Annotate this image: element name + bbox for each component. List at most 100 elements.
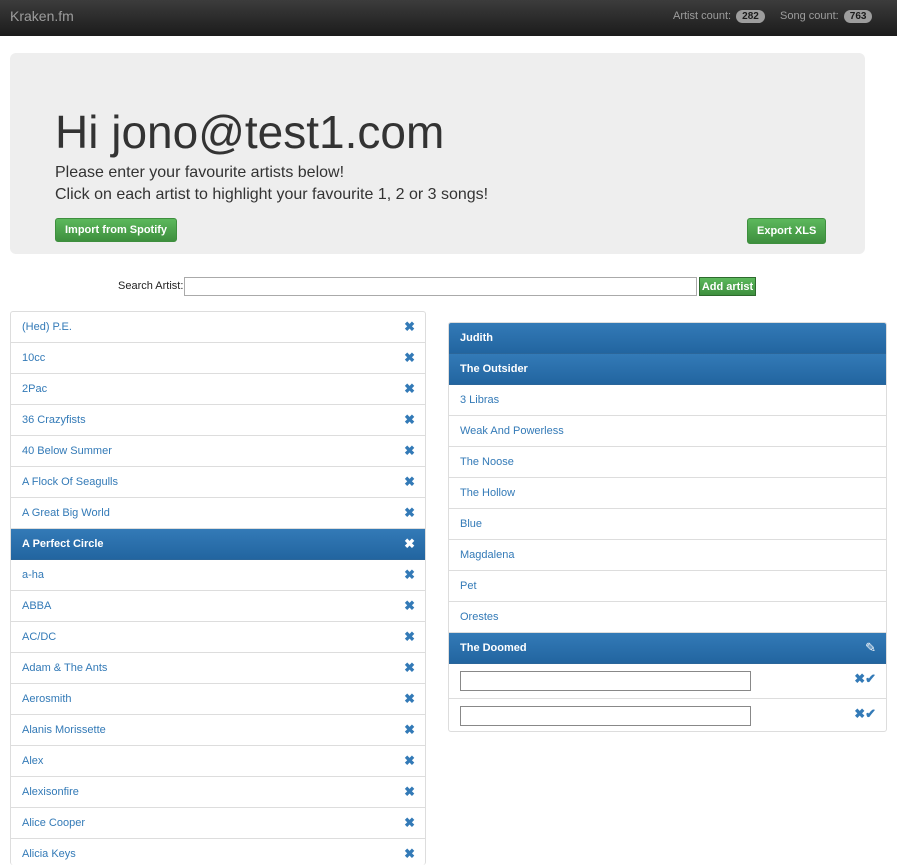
song-row-actions: ✖✔ [854, 706, 876, 722]
artist-item[interactable]: 36 Crazyfists ✖ [11, 405, 425, 436]
edit-pencil-icon[interactable]: ✎ [865, 640, 876, 656]
cancel-close-icon[interactable]: ✖ [854, 706, 865, 721]
remove-artist-close-icon[interactable]: ✖ [404, 598, 415, 614]
artist-name[interactable]: A Great Big World [22, 507, 110, 519]
editing-song-item[interactable]: The Doomed ✎ [449, 633, 886, 664]
remove-artist-close-icon[interactable]: ✖ [404, 629, 415, 645]
remove-artist-close-icon[interactable]: ✖ [404, 350, 415, 366]
remove-artist-close-icon[interactable]: ✖ [404, 505, 415, 521]
artist-name[interactable]: Alice Cooper [22, 817, 85, 829]
artist-item[interactable]: Aerosmith ✖ [11, 684, 425, 715]
remove-artist-close-icon[interactable]: ✖ [404, 753, 415, 769]
artist-item[interactable]: Alex ✖ [11, 746, 425, 777]
remove-artist-close-icon[interactable]: ✖ [404, 443, 415, 459]
song-item[interactable]: Blue [449, 509, 886, 540]
song-item[interactable]: The Noose [449, 447, 886, 478]
artist-item[interactable]: Adam & The Ants ✖ [11, 653, 425, 684]
artist-name[interactable]: A Perfect Circle [22, 538, 104, 550]
artist-name[interactable]: 10cc [22, 352, 45, 364]
artist-name[interactable]: (Hed) P.E. [22, 321, 72, 333]
selected-song-item[interactable]: The Outsider [449, 354, 886, 385]
artist-count: Artist count: 282 [673, 10, 765, 23]
selected-song-name[interactable]: The Outsider [460, 363, 528, 375]
top-navbar: Kraken.fm Artist count: 282 Song count: … [0, 0, 897, 36]
artist-name[interactable]: Aerosmith [22, 693, 72, 705]
artist-item[interactable]: Alice Cooper ✖ [11, 808, 425, 839]
artist-item[interactable]: A Great Big World ✖ [11, 498, 425, 529]
artist-item[interactable]: 10cc ✖ [11, 343, 425, 374]
new-song-input[interactable] [460, 706, 751, 726]
artist-count-badge: 282 [736, 10, 765, 23]
confirm-check-icon[interactable]: ✔ [865, 671, 876, 686]
artist-name[interactable]: ABBA [22, 600, 51, 612]
song-name[interactable]: Magdalena [460, 549, 514, 561]
artist-item[interactable]: A Perfect Circle ✖ [11, 529, 425, 560]
artist-item[interactable]: Alanis Morissette ✖ [11, 715, 425, 746]
artist-name[interactable]: Alex [22, 755, 43, 767]
new-song-input[interactable] [460, 671, 751, 691]
artist-item[interactable]: AC/DC ✖ [11, 622, 425, 653]
export-xls-button[interactable]: Export XLS [747, 218, 827, 244]
editing-song-name: The Doomed [460, 642, 527, 654]
song-item[interactable]: The Hollow [449, 478, 886, 509]
remove-artist-close-icon[interactable]: ✖ [404, 722, 415, 738]
artist-count-label: Artist count: [673, 10, 732, 22]
import-spotify-button[interactable]: Import from Spotify [55, 218, 178, 242]
song-count-badge: 763 [843, 10, 873, 23]
song-name[interactable]: The Noose [460, 456, 514, 468]
remove-artist-close-icon[interactable]: ✖ [404, 536, 415, 552]
song-name[interactable]: 3 Libras [460, 394, 499, 406]
song-count: Song count: 763 [780, 10, 873, 23]
search-artist-input[interactable] [184, 277, 697, 296]
remove-artist-close-icon[interactable]: ✖ [404, 691, 415, 707]
song-item[interactable]: Weak And Powerless [449, 416, 886, 447]
remove-artist-close-icon[interactable]: ✖ [404, 474, 415, 490]
remove-artist-close-icon[interactable]: ✖ [404, 815, 415, 831]
remove-artist-close-icon[interactable]: ✖ [404, 846, 415, 862]
remove-artist-close-icon[interactable]: ✖ [404, 660, 415, 676]
instruction-line-2: Click on each artist to highlight your f… [55, 186, 489, 203]
artist-name[interactable]: 40 Below Summer [22, 445, 112, 457]
song-name[interactable]: Orestes [460, 611, 499, 623]
artist-name[interactable]: Alexisonfire [22, 786, 79, 798]
artist-name[interactable]: 36 Crazyfists [22, 414, 86, 426]
artist-name[interactable]: Alanis Morissette [22, 724, 106, 736]
add-artist-button[interactable]: Add artist [699, 277, 756, 296]
artist-name[interactable]: AC/DC [22, 631, 56, 643]
song-name[interactable]: Pet [460, 580, 477, 592]
artist-item[interactable]: 2Pac ✖ [11, 374, 425, 405]
artist-item[interactable]: a-ha ✖ [11, 560, 425, 591]
remove-artist-close-icon[interactable]: ✖ [404, 412, 415, 428]
artist-name[interactable]: a-ha [22, 569, 44, 581]
artist-list: (Hed) P.E. ✖ 10cc ✖ 2Pac ✖ 36 Crazyfists ✖ 40 Be… [10, 311, 426, 865]
artist-item[interactable]: (Hed) P.E. ✖ [11, 312, 425, 343]
remove-artist-close-icon[interactable]: ✖ [404, 319, 415, 335]
song-item[interactable]: Orestes [449, 602, 886, 633]
song-item[interactable]: 3 Libras [449, 385, 886, 416]
selected-song-item[interactable]: Judith [449, 323, 886, 354]
song-item[interactable]: Pet [449, 571, 886, 602]
song-name[interactable]: Weak And Powerless [460, 425, 564, 437]
song-list: Judith The Outsider 3 Libras Weak And Power… [448, 322, 887, 732]
cancel-close-icon[interactable]: ✖ [854, 671, 865, 686]
artist-name[interactable]: A Flock Of Seagulls [22, 476, 118, 488]
artist-item[interactable]: 40 Below Summer ✖ [11, 436, 425, 467]
song-name[interactable]: Blue [460, 518, 482, 530]
remove-artist-close-icon[interactable]: ✖ [404, 784, 415, 800]
remove-artist-close-icon[interactable]: ✖ [404, 381, 415, 397]
artist-item[interactable]: Alicia Keys ✖ [11, 839, 425, 865]
artist-name[interactable]: Alicia Keys [22, 848, 76, 860]
welcome-panel: Hi jono@test1.com Please enter your favo… [10, 53, 865, 254]
brand-logo[interactable]: Kraken.fm [10, 8, 74, 24]
song-name[interactable]: The Hollow [460, 487, 515, 499]
song-row-actions: ✖✔ [854, 671, 876, 687]
artist-item[interactable]: A Flock Of Seagulls ✖ [11, 467, 425, 498]
selected-song-name[interactable]: Judith [460, 332, 493, 344]
artist-name[interactable]: 2Pac [22, 383, 47, 395]
artist-name[interactable]: Adam & The Ants [22, 662, 107, 674]
song-item[interactable]: Magdalena [449, 540, 886, 571]
artist-item[interactable]: Alexisonfire ✖ [11, 777, 425, 808]
confirm-check-icon[interactable]: ✔ [865, 706, 876, 721]
remove-artist-close-icon[interactable]: ✖ [404, 567, 415, 583]
artist-item[interactable]: ABBA ✖ [11, 591, 425, 622]
